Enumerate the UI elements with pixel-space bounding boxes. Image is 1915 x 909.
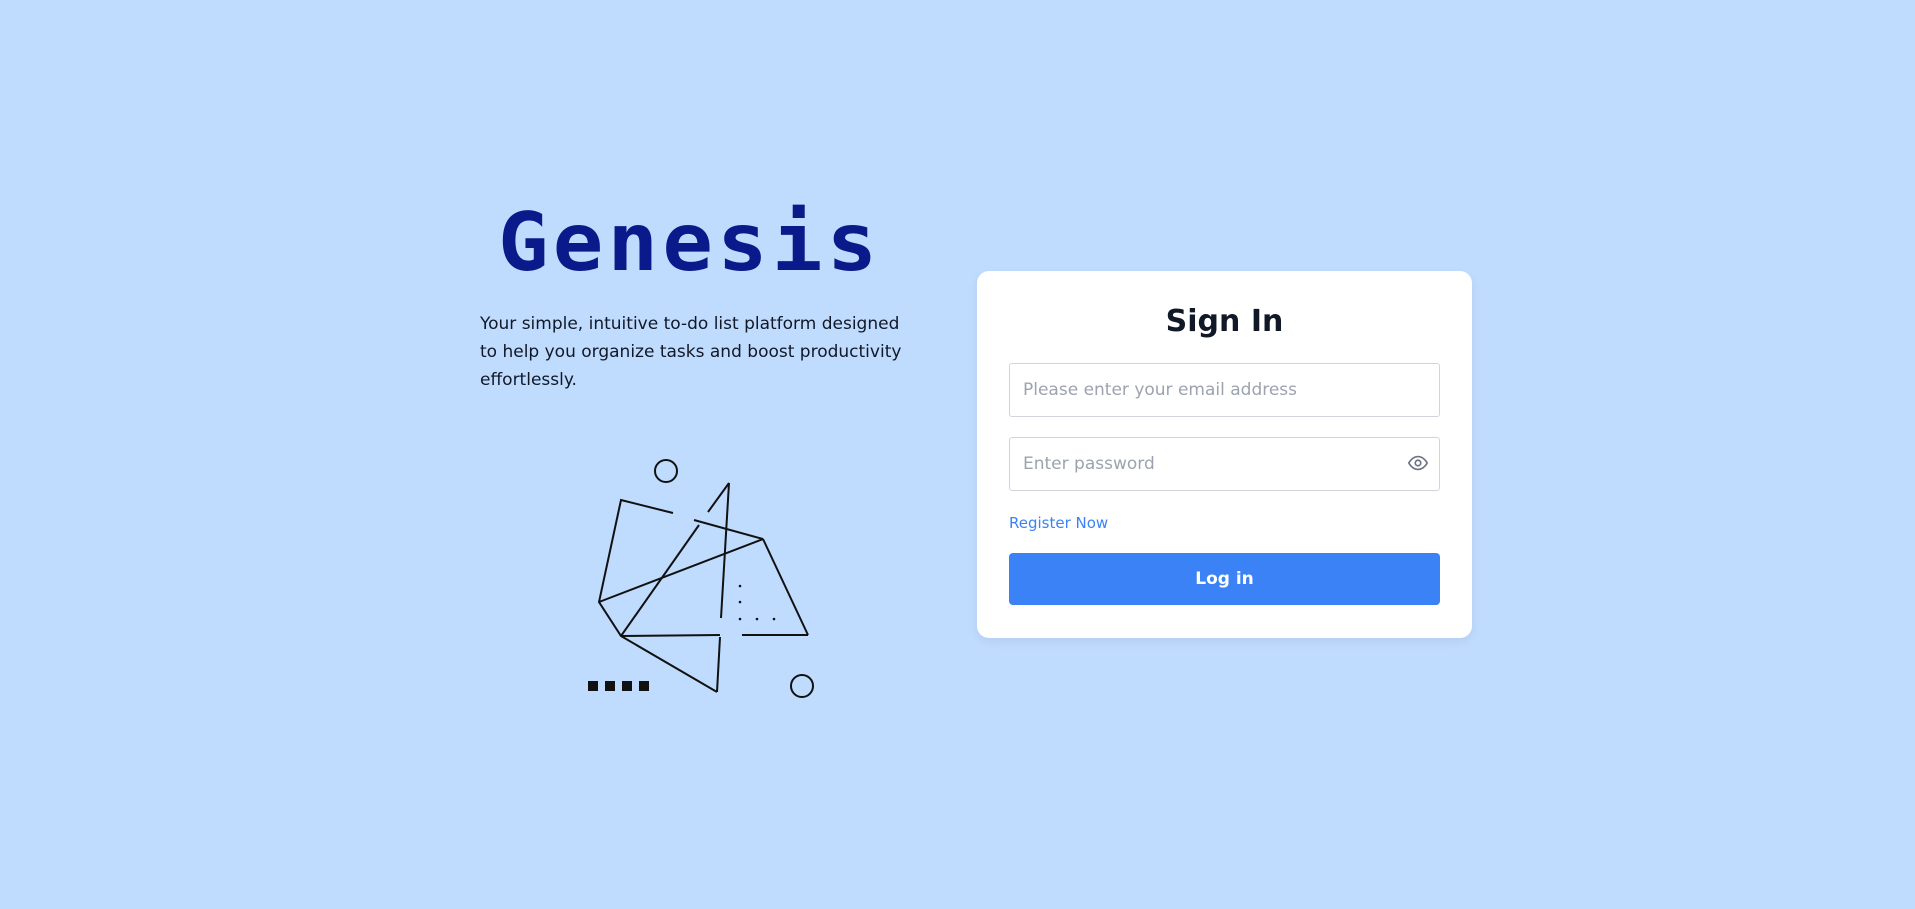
shape-lines [597, 498, 721, 638]
register-link[interactable]: Register Now [1009, 513, 1108, 533]
login-button[interactable]: Log in [1009, 553, 1440, 605]
geometric-illustration [588, 459, 814, 698]
password-input[interactable] [1010, 438, 1439, 490]
signin-card: Sign In Register Now Log in [977, 271, 1472, 638]
login-page: Genesis Your simple, intuitive to-do lis… [0, 0, 1915, 909]
small-circle-top [654, 459, 678, 483]
intro-section: Genesis Your simple, intuitive to-do lis… [480, 198, 920, 394]
password-field-wrapper [1009, 437, 1440, 491]
email-field-wrapper [1009, 363, 1440, 417]
small-circle-bottom [790, 674, 814, 698]
genesis-logo: Genesis [498, 196, 882, 289]
square-row [588, 681, 649, 691]
tagline: Your simple, intuitive to-do list platfo… [480, 314, 902, 390]
email-input[interactable] [1010, 364, 1439, 416]
dot-grid [738, 584, 776, 621]
signin-title: Sign In [1165, 304, 1284, 339]
eye-icon[interactable] [1407, 452, 1429, 474]
